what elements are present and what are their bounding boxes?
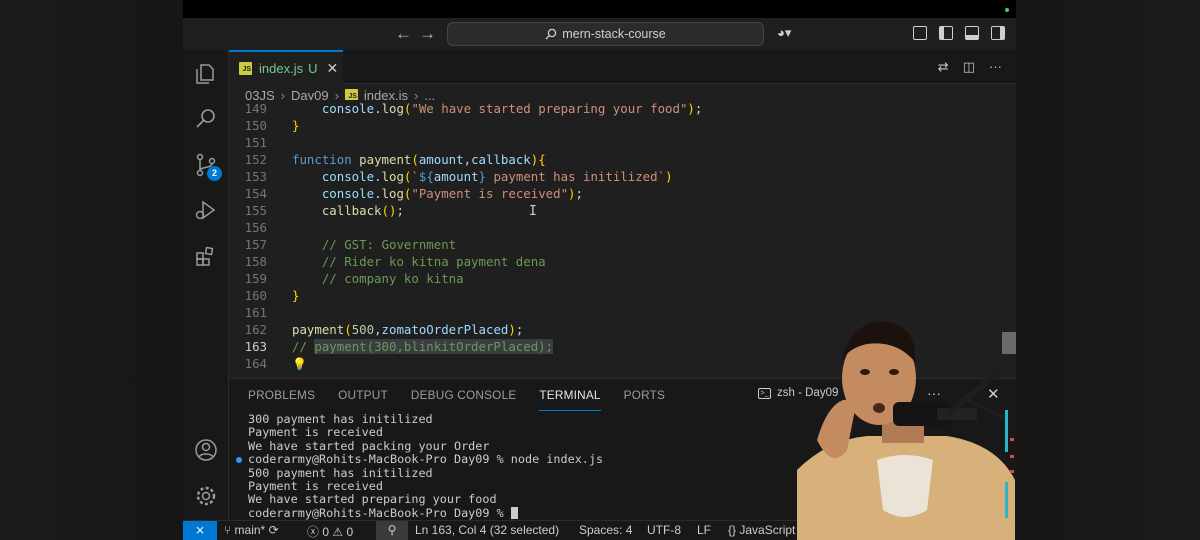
- tab-terminal[interactable]: TERMINAL: [539, 379, 601, 411]
- error-marker: [1010, 455, 1014, 458]
- eol-status[interactable]: LF: [697, 523, 711, 537]
- tab-file-name: index.js: [259, 60, 304, 76]
- top-black-strip: [183, 0, 1016, 18]
- search-text: mern-stack-course: [562, 27, 666, 41]
- change-marker: [1005, 482, 1008, 518]
- extensions-icon[interactable]: [194, 244, 218, 268]
- code-line: 160}: [244, 288, 300, 303]
- layout-controls: [913, 26, 1005, 40]
- code-line: 153 console.log(`${amount} payment has i…: [244, 169, 673, 184]
- code-line: 155 callback();: [244, 203, 404, 218]
- editor-tab-bar: JS index.js U ✕ ⇄ ◫ ···: [229, 50, 1016, 84]
- tab-output[interactable]: OUTPUT: [338, 379, 388, 411]
- cursor-position[interactable]: Ln 163, Col 4 (32 selected): [415, 523, 559, 537]
- terminal-line: We have started packing your Order: [248, 438, 490, 453]
- code-line: 150}: [244, 118, 300, 133]
- command-center-search[interactable]: mern-stack-course: [447, 22, 764, 46]
- tab-index-js[interactable]: JS index.js U ✕: [229, 50, 343, 84]
- indentation-status[interactable]: Spaces: 4: [579, 523, 632, 537]
- terminal-line: 300 payment has initilized: [248, 412, 433, 426]
- manage-gear-icon[interactable]: [194, 484, 218, 508]
- language-mode[interactable]: {} JavaScript: [728, 523, 795, 537]
- terminal-line: Payment is received: [248, 425, 383, 440]
- back-arrow-icon[interactable]: ←: [395, 24, 412, 44]
- right-backdrop: [1016, 0, 1200, 540]
- command-status-dot: [236, 457, 242, 463]
- error-marker: [1010, 438, 1014, 441]
- title-bar: ← → mern-stack-course ◕▾: [183, 18, 1016, 50]
- split-editor-icon[interactable]: ◫: [963, 59, 975, 75]
- terminal-line: 500 payment has initilized: [248, 465, 433, 480]
- code-line: 152 function payment(amount,callback){: [244, 152, 546, 167]
- code-line: 156: [244, 220, 267, 235]
- search-icon[interactable]: [194, 107, 218, 131]
- change-marker: [1005, 410, 1008, 452]
- terminal-line: We have started preparing your food: [248, 492, 497, 507]
- problems-status[interactable]: ⓧ 0 ⚠ 0: [307, 523, 353, 540]
- close-icon[interactable]: ✕: [326, 60, 338, 77]
- editor-actions: ⇄ ◫ ···: [938, 59, 1002, 75]
- lightbulb-icon[interactable]: 💡: [292, 357, 307, 371]
- tab-ports[interactable]: PORTS: [624, 379, 665, 411]
- copilot-icon[interactable]: ◕▾: [777, 25, 791, 41]
- files-icon[interactable]: [194, 62, 218, 86]
- toggle-primary-sidebar-icon[interactable]: [939, 26, 953, 40]
- remote-indicator-icon[interactable]: ⨯: [183, 521, 217, 540]
- code-line: 154 console.log("Payment is received");: [244, 186, 583, 201]
- open-changes-icon[interactable]: ⇄: [938, 59, 949, 75]
- zoom-icon[interactable]: ⚲: [376, 521, 408, 540]
- source-control-badge: 2: [207, 166, 222, 181]
- activity-bar: 2: [183, 50, 229, 520]
- tab-untracked-status: U: [308, 60, 318, 76]
- code-line: 159 // company ko kitna: [244, 271, 464, 286]
- presenter-webcam-overlay: [797, 310, 1015, 540]
- terminal-prompt-line: coderarmy@Rohits-MacBook-Pro Day09 %: [248, 506, 518, 520]
- terminal-line: coderarmy@Rohits-MacBook-Pro Day09 % nod…: [248, 452, 604, 467]
- code-line: 157 // GST: Government: [244, 237, 457, 252]
- toggle-secondary-sidebar-icon[interactable]: [991, 26, 1005, 40]
- more-actions-icon[interactable]: ···: [989, 59, 1002, 75]
- code-line: 158 // Rider ko kitna payment dena: [244, 254, 546, 269]
- forward-arrow-icon[interactable]: →: [419, 24, 436, 44]
- account-icon[interactable]: [194, 438, 218, 462]
- code-line: 149 console.log("We have started prepari…: [244, 101, 703, 116]
- error-marker: [1010, 470, 1014, 473]
- scrollbar-decorations: [1001, 410, 1015, 520]
- terminal-cursor: [510, 506, 518, 519]
- mouse-ibeam-icon: I: [529, 204, 537, 219]
- tab-debug-console[interactable]: DEBUG CONSOLE: [411, 379, 517, 411]
- left-backdrop: [0, 0, 183, 540]
- toggle-panel-icon[interactable]: [965, 26, 979, 40]
- branch-status[interactable]: ⑂ main* ⟳: [224, 523, 279, 537]
- terminal-line: Payment is received: [248, 479, 383, 493]
- run-debug-icon[interactable]: [194, 198, 218, 222]
- recording-indicator: [1005, 8, 1009, 12]
- javascript-file-icon: JS: [239, 61, 252, 75]
- tab-problems[interactable]: PROBLEMS: [248, 379, 315, 411]
- encoding-status[interactable]: UTF-8: [647, 523, 681, 537]
- terminal-icon: >_: [758, 387, 771, 399]
- customize-layout-icon[interactable]: [913, 26, 927, 40]
- search-icon: [545, 28, 557, 40]
- code-line: 151: [244, 135, 267, 150]
